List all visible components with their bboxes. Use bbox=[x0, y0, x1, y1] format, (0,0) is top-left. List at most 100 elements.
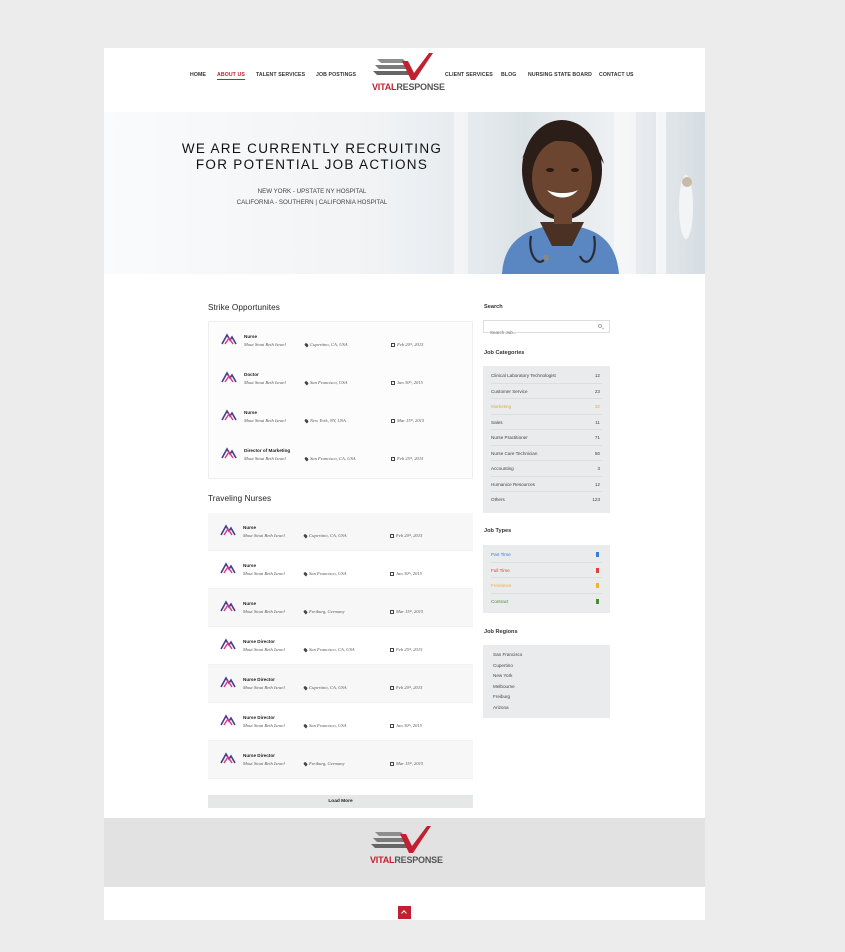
category-item[interactable]: Humanice Resources 12 bbox=[491, 477, 602, 492]
job-date: Mar 15ᵗʰ, 2015 bbox=[396, 761, 424, 766]
category-item[interactable]: Nurse Care Technician 56 bbox=[491, 446, 602, 461]
traveling-heading: Traveling Nurses bbox=[208, 494, 272, 503]
job-type-item[interactable]: Full Time bbox=[491, 563, 602, 578]
job-row[interactable]: Nurse Mout Sinai Beth Israel San Francis… bbox=[208, 551, 473, 589]
nav-contact-us[interactable]: CONTACT US bbox=[599, 72, 634, 78]
job-row[interactable]: Director of Marketing Mout Sinai Beth Is… bbox=[209, 436, 472, 474]
job-row[interactable]: Doctor Mout Sinai Beth Israel San Franci… bbox=[209, 360, 472, 398]
strike-heading: Strike Opportunites bbox=[208, 303, 280, 312]
category-count: 3 bbox=[597, 466, 600, 471]
category-name: Others bbox=[491, 497, 505, 502]
calendar-icon bbox=[390, 572, 394, 576]
job-row[interactable]: Nurse Director Mout Sinai Beth Israel Cu… bbox=[208, 665, 473, 703]
location-pin-icon bbox=[303, 761, 308, 767]
job-title: Doctor bbox=[244, 372, 259, 377]
back-to-top-button[interactable] bbox=[398, 906, 411, 919]
load-more-button[interactable]: Load More bbox=[208, 795, 473, 808]
job-row[interactable]: Nurse Mout Sinai Beth Israel Cupertino, … bbox=[208, 513, 473, 551]
job-date: Jan 30ᵗʰ, 2015 bbox=[396, 723, 422, 728]
job-location: Cupertino, CA, USA bbox=[309, 533, 347, 538]
region-item[interactable]: New York bbox=[493, 671, 610, 682]
search-icon[interactable] bbox=[598, 324, 602, 328]
job-type-item[interactable]: Freelance bbox=[491, 578, 602, 594]
category-name: Customer Service bbox=[491, 388, 528, 394]
hero-title-line2: FOR POTENTIAL JOB ACTIONS bbox=[195, 157, 429, 172]
footer-logo[interactable]: VITALRESPONSE bbox=[370, 826, 443, 870]
job-row[interactable]: Nurse Director Mout Sinai Beth Israel Sa… bbox=[208, 627, 473, 665]
calendar-icon bbox=[390, 648, 394, 652]
category-item[interactable]: Others 123 bbox=[491, 492, 602, 508]
calendar-icon bbox=[391, 419, 395, 423]
job-location: San Francisco, USA bbox=[309, 723, 347, 728]
category-name: Nurse Practitioner bbox=[491, 435, 528, 440]
job-company: Mout Sinai Beth Israel bbox=[243, 533, 285, 538]
category-item[interactable]: Sales 11 bbox=[491, 415, 602, 430]
location-pin-icon bbox=[303, 533, 308, 539]
logo-text-vital: VITAL bbox=[372, 82, 397, 92]
job-title: Nurse bbox=[243, 601, 257, 606]
hero-banner: WE ARE CURRENTLY RECRUITING FOR POTENTIA… bbox=[104, 112, 705, 274]
category-item[interactable]: Clinical Laboratory Technologist 12 bbox=[491, 368, 602, 384]
location-pin-icon bbox=[304, 380, 309, 386]
job-type-name: Contract bbox=[491, 598, 509, 604]
job-location: Freiburg, Germany bbox=[309, 761, 345, 766]
category-item[interactable]: Customer Service 23 bbox=[491, 384, 602, 399]
job-title: Nurse Director bbox=[243, 753, 275, 758]
category-name: Sales bbox=[491, 419, 503, 425]
category-name: Nurse Care Technician bbox=[491, 450, 538, 456]
logo-text-response: RESPONSE bbox=[396, 82, 445, 92]
nav-job-postings[interactable]: JOB POSTINGS bbox=[316, 72, 356, 78]
nav-client-services[interactable]: CLIENT SERVICES bbox=[445, 72, 493, 78]
region-item[interactable]: Cupertino bbox=[493, 661, 610, 672]
company-logo-icon bbox=[221, 371, 237, 383]
nav-blog[interactable]: BLOG bbox=[501, 72, 516, 78]
company-logo-icon bbox=[221, 333, 237, 345]
job-row[interactable]: Nurse Director Mout Sinai Beth Israel Sa… bbox=[208, 703, 473, 741]
region-item[interactable]: Melbourne bbox=[493, 682, 610, 693]
job-row[interactable]: Nurse Mout Sinai Beth Israel Freiburg, G… bbox=[208, 589, 473, 627]
company-logo-icon bbox=[220, 562, 236, 574]
location-pin-icon bbox=[304, 418, 309, 424]
logo-mark-icon bbox=[373, 53, 433, 80]
nav-about-us[interactable]: ABOUT US bbox=[217, 72, 245, 80]
job-location: San Francisco, CA, USA bbox=[309, 647, 355, 652]
job-type-item[interactable]: Part Time bbox=[491, 547, 602, 563]
location-pin-icon bbox=[303, 571, 308, 577]
job-row[interactable]: Nurse Director Mout Sinai Beth Israel Fr… bbox=[208, 741, 473, 779]
nav-home[interactable]: HOME bbox=[190, 72, 206, 78]
region-item[interactable]: Freiburg bbox=[493, 692, 610, 703]
category-count: 32 bbox=[594, 404, 600, 409]
page: HOME ABOUT US TALENT SERVICES JOB POSTIN… bbox=[104, 48, 705, 920]
job-location: San Francisco, CA, USA bbox=[310, 456, 356, 461]
bookmark-icon bbox=[596, 583, 599, 589]
location-pin-icon bbox=[303, 647, 308, 653]
category-item[interactable]: Accounting 3 bbox=[491, 461, 602, 477]
calendar-icon bbox=[391, 343, 395, 347]
category-count: 23 bbox=[594, 388, 600, 394]
regions-panel: San Francisco Cupertino New York Melbour… bbox=[483, 645, 610, 718]
job-type-item[interactable]: Contract bbox=[491, 594, 602, 610]
job-date: Jan 30ᵗʰ, 2015 bbox=[396, 571, 422, 576]
category-count: 56 bbox=[594, 450, 600, 456]
job-title: Nurse bbox=[243, 563, 257, 568]
region-item[interactable]: Arizona bbox=[493, 703, 610, 714]
search-input[interactable] bbox=[484, 327, 584, 338]
header-logo[interactable]: VITALRESPONSE bbox=[372, 53, 445, 95]
job-row[interactable]: Nurse Mout Sinai Beth Israel New York, N… bbox=[209, 398, 472, 436]
company-logo-icon bbox=[221, 447, 237, 459]
job-date: Feb 20ᵗʰ, 2015 bbox=[396, 533, 423, 538]
job-type-name: Part Time bbox=[491, 552, 511, 557]
calendar-icon bbox=[390, 534, 394, 538]
job-title: Nurse Director bbox=[243, 677, 275, 682]
traveling-job-list: Nurse Mout Sinai Beth Israel Cupertino, … bbox=[208, 513, 473, 779]
logo-text-vital: VITAL bbox=[370, 855, 395, 865]
nav-talent-services[interactable]: TALENT SERVICES bbox=[256, 72, 305, 78]
nav-nursing-state-board[interactable]: NURSING STATE BOARD bbox=[528, 72, 592, 78]
region-item[interactable]: San Francisco bbox=[493, 650, 610, 661]
category-item[interactable]: Marketing 32 bbox=[491, 399, 602, 415]
category-item[interactable]: Nurse Practitioner 71 bbox=[491, 430, 602, 446]
job-row[interactable]: Nurse Mout Sinai Beth Israel Cupertino, … bbox=[209, 322, 472, 360]
company-logo-icon bbox=[220, 676, 236, 688]
job-company: Mout Sinai Beth Israel bbox=[244, 380, 286, 385]
search-box bbox=[483, 320, 610, 338]
